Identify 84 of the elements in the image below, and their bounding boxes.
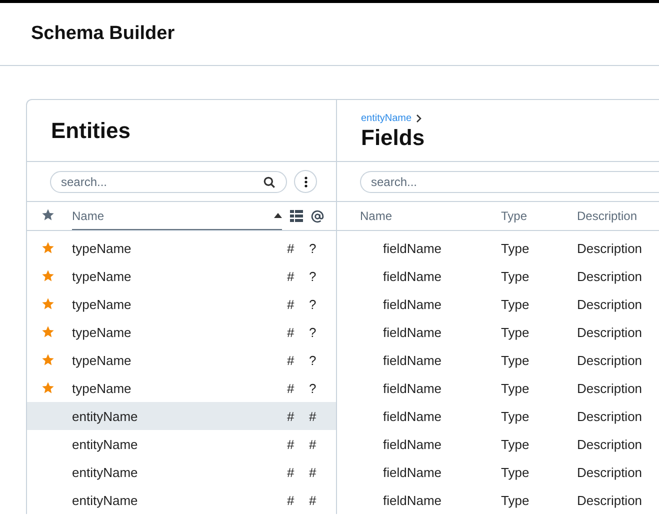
app-title: Schema Builder [31, 23, 175, 45]
star-icon[interactable] [41, 208, 55, 222]
field-description: Description [577, 240, 644, 256]
table-cell-text: # [287, 296, 296, 312]
field-type: Type [501, 268, 530, 284]
field-description: Description [577, 352, 644, 368]
table-cell-text: ? [309, 380, 318, 396]
field-description: Description [577, 464, 644, 480]
star-icon[interactable] [41, 241, 55, 255]
at-sign-icon[interactable] [311, 210, 324, 222]
field-description: Description [577, 436, 644, 452]
field-description: Description [577, 268, 644, 284]
search-field[interactable]: search... [360, 170, 659, 192]
field-name: fieldName [383, 268, 443, 284]
table-cell-text: ? [309, 324, 318, 340]
table-cell-text: # [287, 352, 296, 368]
field-name: fieldName [383, 380, 443, 396]
field-name: fieldName [383, 492, 443, 508]
more-button[interactable] [294, 170, 317, 193]
field-type: Type [501, 436, 530, 452]
search-icon [263, 176, 276, 188]
table-cell-text: # [287, 408, 296, 424]
field-type: Type [501, 408, 530, 424]
breadcrumb-link[interactable]: entityName [361, 112, 412, 124]
entity-name: typeName [72, 324, 132, 340]
entity-name: typeName [72, 352, 132, 368]
table-cell-text: # [287, 268, 296, 284]
star-icon[interactable] [41, 353, 55, 367]
more-vertical-icon [304, 176, 308, 188]
column-header[interactable]: Name [72, 208, 104, 222]
entity-name: entityName [72, 464, 139, 480]
field-description: Description [577, 324, 644, 340]
field-name: fieldName [383, 464, 443, 480]
field-description: Description [577, 492, 644, 508]
field-name: fieldName [383, 240, 443, 256]
field-type: Type [501, 464, 530, 480]
table-cell-text: ? [309, 268, 318, 284]
field-name: fieldName [383, 352, 443, 368]
chevron-right-icon [416, 114, 422, 122]
field-description: Description [577, 296, 644, 312]
field-type: Type [501, 352, 530, 368]
column-header[interactable]: Type [501, 209, 577, 223]
star-icon[interactable] [41, 269, 55, 283]
field-type: Type [501, 240, 530, 256]
entity-name: entityName [72, 492, 139, 508]
panel-title: Entities [51, 120, 132, 142]
table-cell-text: # [287, 492, 296, 508]
entity-row[interactable]: entityName # # [27, 402, 336, 430]
entity-name: typeName [72, 268, 132, 284]
entity-name: entityName [72, 408, 139, 424]
table-cell-text: ? [309, 296, 318, 312]
entity-name: typeName [72, 380, 132, 396]
table-cell-text: # [287, 436, 296, 452]
table-cell-text: # [309, 436, 318, 452]
table-cell-text: ? [309, 240, 318, 256]
panel-title: Fields [361, 126, 426, 148]
field-name: fieldName [383, 296, 443, 312]
search-field[interactable]: search... [50, 170, 287, 192]
table-cell-text: # [287, 324, 296, 340]
field-name: fieldName [383, 408, 443, 424]
field-type: Type [501, 492, 530, 508]
table-cell-text: # [309, 464, 318, 480]
table-cell-text: # [287, 240, 296, 256]
field-type: Type [501, 324, 530, 340]
entity-name: entityName [72, 436, 139, 452]
field-type: Type [501, 296, 530, 312]
entity-name: typeName [72, 296, 132, 312]
field-description: Description [577, 380, 644, 396]
table-cell-text: # [309, 408, 318, 424]
entity-name: typeName [72, 240, 132, 256]
star-icon[interactable] [41, 297, 55, 311]
column-header[interactable]: Name [360, 209, 501, 223]
table-cell-text: ? [309, 352, 318, 368]
table-cell-text: # [309, 492, 318, 508]
table-cell-text: # [287, 380, 296, 396]
field-type: Type [501, 380, 530, 396]
table-cell-text: # [287, 464, 296, 480]
field-name: fieldName [383, 436, 443, 452]
table-icon[interactable] [290, 210, 303, 222]
field-name: fieldName [383, 324, 443, 340]
column-header[interactable]: Description [577, 209, 659, 223]
field-description: Description [577, 408, 644, 424]
star-icon[interactable] [41, 381, 55, 395]
star-icon[interactable] [41, 325, 55, 339]
